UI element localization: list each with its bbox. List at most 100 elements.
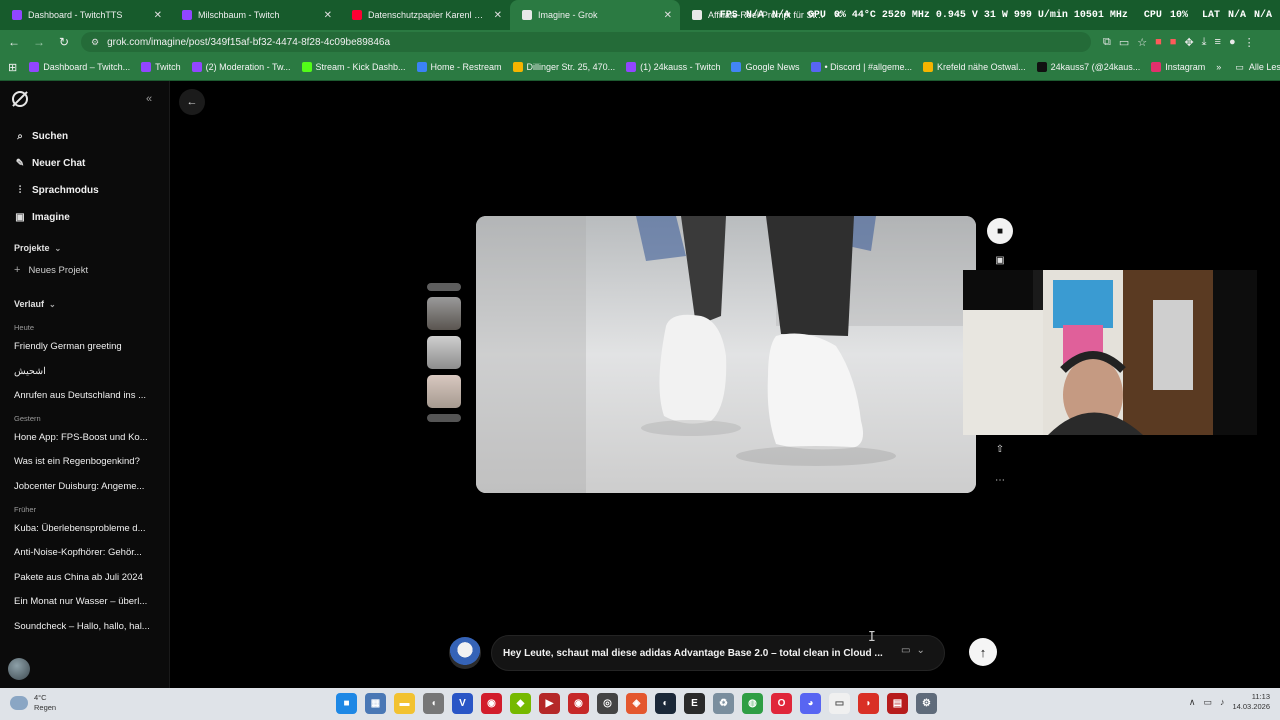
- history-item[interactable]: Pakete aus China ab Juli 2024: [14, 566, 154, 591]
- history-item[interactable]: Soundcheck – Hallo, hallo, hal...: [14, 615, 154, 640]
- settings-icon[interactable]: ⚙: [916, 693, 937, 714]
- browser-tab[interactable]: Dashboard - TwitchTTS ✕: [0, 0, 170, 30]
- generated-image-viewer[interactable]: [476, 216, 976, 493]
- forward-arrow-icon[interactable]: →: [28, 31, 50, 53]
- tab-close-icon[interactable]: ✕: [154, 10, 162, 21]
- sidebar-item-imagine[interactable]: ▣ Imagine: [14, 204, 99, 231]
- recorder-icon[interactable]: ▤: [887, 693, 908, 714]
- mode-selector[interactable]: ▭ ⌄: [901, 645, 925, 656]
- composer-avatar[interactable]: [449, 637, 481, 669]
- thumbnail[interactable]: [427, 414, 461, 422]
- browser-tab[interactable]: Datenschutzpapier Karenl Dein ✕: [340, 0, 510, 30]
- history-item[interactable]: Friendly German greeting: [14, 335, 154, 360]
- bookmark-item[interactable]: Home - Restream: [416, 62, 502, 72]
- bookmark-item[interactable]: (1) 24kauss - Twitch: [626, 62, 720, 72]
- bookmark-favicon-icon: [810, 62, 821, 72]
- history-item[interactable]: Anti-Noise-Kopfhörer: Gehör...: [14, 541, 154, 566]
- vpn-icon[interactable]: V: [452, 693, 473, 714]
- bookmark-item[interactable]: Google News: [731, 62, 800, 72]
- history-item[interactable]: اشحيش: [14, 360, 154, 385]
- history-item[interactable]: Jobcenter Duisburg: Angeme...: [14, 475, 154, 500]
- brave-icon[interactable]: ◈: [626, 693, 647, 714]
- more-options-icon[interactable]: ⋯: [987, 467, 1013, 493]
- bookmarks-more-icon[interactable]: »: [1216, 62, 1221, 72]
- bookmark-item[interactable]: Twitch: [141, 62, 181, 72]
- bookmark-star-icon[interactable]: ☆: [1137, 36, 1147, 49]
- history-item[interactable]: Kuba: Überlebensprobleme d...: [14, 517, 154, 542]
- bookmark-item[interactable]: • Discord | #allgeme...: [810, 62, 912, 72]
- projects-section[interactable]: Projekte ⌄: [14, 243, 61, 253]
- all-bookmarks-folder[interactable]: ▭ Alle Lesezeichen: [1235, 62, 1280, 73]
- calculator-icon[interactable]: ▦: [365, 693, 386, 714]
- translate-icon[interactable]: ⧉: [1103, 36, 1111, 49]
- red-app-icon[interactable]: ◗: [858, 693, 879, 714]
- tray-chevron-icon[interactable]: ∧: [1189, 697, 1196, 708]
- new-project-button[interactable]: + Neues Projekt: [14, 264, 88, 276]
- chrome-icon[interactable]: ◍: [742, 693, 763, 714]
- site-info-icon[interactable]: ⚙: [91, 37, 99, 48]
- camera-icon[interactable]: ◉: [568, 693, 589, 714]
- bookmark-item[interactable]: Instagram: [1151, 62, 1205, 72]
- opera-gx-icon[interactable]: ◉: [481, 693, 502, 714]
- url-field[interactable]: ⚙ grok.com/imagine/post/349f15af-bf32-44…: [81, 32, 1091, 52]
- user-avatar[interactable]: [8, 658, 30, 680]
- back-arrow-icon[interactable]: ←: [3, 31, 25, 53]
- history-item[interactable]: Anrufen aus Deutschland ins ...: [14, 384, 154, 409]
- bookmark-item[interactable]: Krefeld nähe Ostwal...: [923, 62, 1026, 72]
- history-section[interactable]: Verlauf ⌄: [14, 299, 56, 309]
- extension-red2-icon[interactable]: ■: [1170, 36, 1177, 49]
- file-icon[interactable]: ▭: [829, 693, 850, 714]
- tab-close-icon[interactable]: ✕: [664, 10, 672, 21]
- apps-grid-icon[interactable]: ⊞: [8, 61, 17, 74]
- obs-icon[interactable]: ◎: [597, 693, 618, 714]
- thumbnail[interactable]: [427, 375, 461, 408]
- bookmark-item[interactable]: Dashboard – Twitch...: [29, 62, 130, 72]
- history-item[interactable]: Hone App: FPS-Boost und Ko...: [14, 426, 154, 451]
- bookmark-item[interactable]: Dillinger Str. 25, 470...: [512, 62, 615, 72]
- thumbnail[interactable]: [427, 283, 461, 291]
- tab-close-icon[interactable]: ✕: [324, 10, 332, 21]
- bookmark-item[interactable]: (2) Moderation - Tw...: [191, 62, 291, 72]
- cast-icon[interactable]: ▭: [1119, 36, 1129, 49]
- geforce-icon[interactable]: ◆: [510, 693, 531, 714]
- back-button[interactable]: ←: [179, 89, 205, 115]
- menu-dots-icon[interactable]: ⋮: [1244, 36, 1255, 49]
- extensions-puzzle-icon[interactable]: ✥: [1184, 36, 1193, 49]
- bookmark-item[interactable]: 24kauss7 (@24kaus...: [1036, 62, 1140, 72]
- steam-icon[interactable]: ◐: [655, 693, 676, 714]
- profile-icon[interactable]: ●: [1229, 36, 1236, 49]
- sidebar-item-sprachmodus[interactable]: ⫶ Sprachmodus: [14, 177, 99, 204]
- browser-tab[interactable]: Imagine - Grok ✕: [510, 0, 680, 30]
- sidebar-item-suchen[interactable]: ⌕ Suchen: [14, 123, 99, 150]
- thumbnail[interactable]: [427, 297, 461, 330]
- discord-icon[interactable]: ◕: [800, 693, 821, 714]
- network-icon[interactable]: ▭: [1203, 697, 1212, 708]
- send-button[interactable]: ↑: [969, 638, 997, 666]
- sidebar-item-neuer-chat[interactable]: ✎ Neuer Chat: [14, 150, 99, 177]
- thumbnail[interactable]: [427, 336, 461, 369]
- video-player-icon[interactable]: ▶: [539, 693, 560, 714]
- tab-close-icon[interactable]: ✕: [494, 10, 502, 21]
- bookmark-item[interactable]: Stream - Kick Dashb...: [301, 62, 406, 72]
- recycle-icon[interactable]: ♻: [713, 693, 734, 714]
- collapse-sidebar-icon[interactable]: «: [146, 93, 152, 105]
- windows-start-icon[interactable]: ■: [336, 693, 357, 714]
- browser-tab[interactable]: Milschbaum - Twitch ✕: [170, 0, 340, 30]
- opera-icon[interactable]: O: [771, 693, 792, 714]
- weather-widget[interactable]: 4°C Regen: [10, 693, 56, 713]
- reload-icon[interactable]: ↻: [53, 31, 75, 53]
- share-icon[interactable]: ⇧: [987, 436, 1013, 462]
- clock[interactable]: 11:13 14.03.2026: [1232, 692, 1270, 712]
- grok-logo-icon[interactable]: [12, 91, 28, 107]
- history-item[interactable]: Was ist ein Regenbogenkind?: [14, 450, 154, 475]
- folder-icon[interactable]: ▬: [394, 693, 415, 714]
- history-item[interactable]: Ein Monat nur Wasser – überl...: [14, 590, 154, 615]
- reading-list-icon[interactable]: ≡: [1215, 36, 1221, 49]
- volume-icon[interactable]: ♪: [1220, 697, 1225, 707]
- make-video-button[interactable]: ■: [987, 218, 1013, 244]
- extension-red-icon[interactable]: ■: [1155, 36, 1162, 49]
- prompt-input[interactable]: Hey Leute, schaut mal diese adidas Advan…: [491, 635, 945, 671]
- download-icon[interactable]: ⤓: [1202, 36, 1207, 49]
- mouse-icon[interactable]: ◖: [423, 693, 444, 714]
- epic-icon[interactable]: E: [684, 693, 705, 714]
